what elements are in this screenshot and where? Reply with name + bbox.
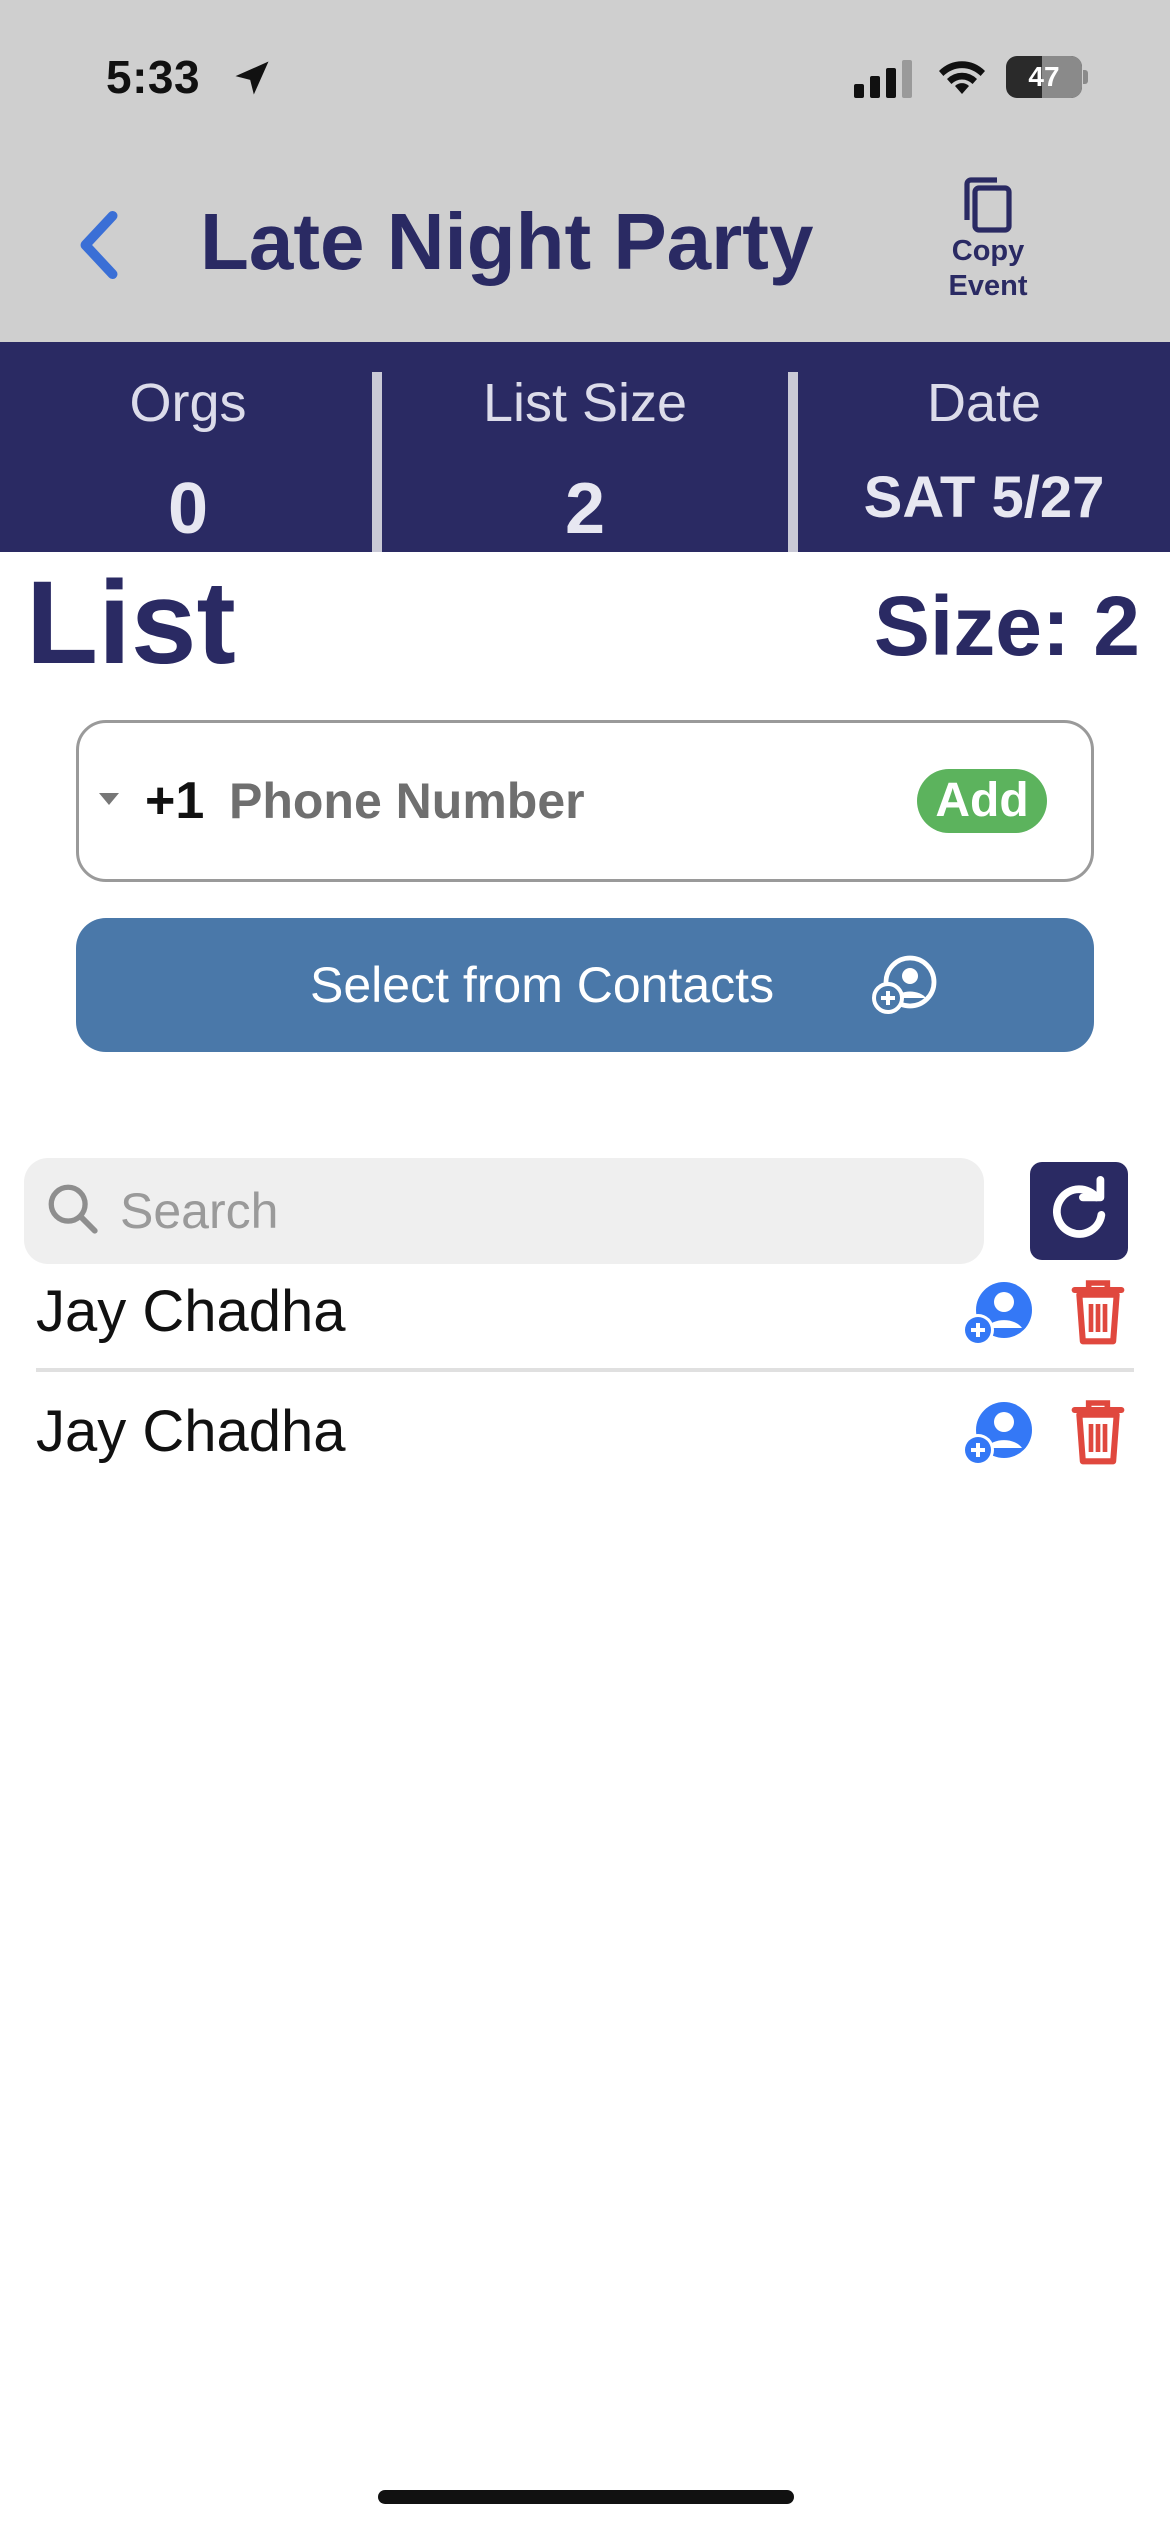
stat-divider (788, 372, 798, 552)
refresh-button[interactable] (1030, 1162, 1128, 1260)
refresh-icon (1053, 1176, 1106, 1238)
stat-orgs-label: Orgs (129, 373, 247, 433)
stat-orgs-value: 0 (167, 469, 209, 549)
add-contact-icon (872, 955, 937, 1014)
stat-orgs: Orgs 0 (0, 342, 376, 552)
stat-date: Date SAT 5/27 (798, 342, 1170, 552)
battery-percent: 47 (1028, 61, 1060, 92)
select-from-contacts-label: Select from Contacts (310, 957, 775, 1013)
search-bar (24, 1158, 984, 1264)
back-button[interactable] (64, 200, 134, 290)
trash-icon[interactable] (1070, 1396, 1126, 1466)
page-title: Late Night Party (200, 197, 814, 286)
row-divider (36, 1368, 1134, 1372)
wifi-icon (939, 61, 985, 94)
add-phone-button[interactable]: Add (917, 769, 1047, 833)
country-code[interactable]: +1 (145, 771, 204, 831)
select-from-contacts-button[interactable]: Select from Contacts (76, 918, 1094, 1052)
home-indicator[interactable] (378, 2490, 794, 2504)
location-arrow-icon (235, 61, 269, 95)
stat-divider (372, 372, 382, 552)
stat-list-size-label: List Size (482, 373, 688, 433)
header: 5:33 47 Late Night Party Copy Event (0, 0, 1170, 342)
guest-name: Jay Chadha (36, 1399, 346, 1464)
copy-icon (964, 177, 1012, 233)
search-icon (48, 1184, 98, 1234)
cellular-signal-icon (854, 60, 912, 98)
country-dropdown-caret-icon[interactable] (99, 793, 119, 805)
stat-date-value: SAT 5/27 (863, 465, 1105, 530)
battery-icon: 47 (1006, 56, 1088, 98)
phone-number-input[interactable] (229, 763, 869, 839)
add-contact-icon[interactable] (960, 1278, 1036, 1348)
copy-event-label-line2: Event (948, 270, 1028, 302)
add-contact-icon[interactable] (960, 1398, 1036, 1468)
list-title: List (26, 557, 236, 689)
list-item: Jay Chadha (36, 1260, 1134, 1370)
copy-event-button[interactable]: Copy Event (940, 176, 1036, 308)
list-size: Size: 2 (873, 579, 1140, 673)
search-input[interactable] (120, 1178, 940, 1244)
copy-event-label-line1: Copy (951, 235, 1025, 267)
trash-icon[interactable] (1070, 1276, 1126, 1346)
status-time: 5:33 (106, 51, 201, 103)
list-item: Jay Chadha (36, 1380, 1134, 1490)
chevron-left-icon (80, 210, 118, 280)
stat-list-size: List Size 2 (382, 342, 788, 552)
phone-entry: +1 Add (76, 720, 1094, 882)
event-stats-bar: Orgs 0 List Size 2 Date SAT 5/27 (0, 342, 1170, 552)
stat-list-size-value: 2 (564, 469, 606, 549)
guest-name: Jay Chadha (36, 1279, 346, 1344)
stat-date-label: Date (926, 373, 1042, 433)
